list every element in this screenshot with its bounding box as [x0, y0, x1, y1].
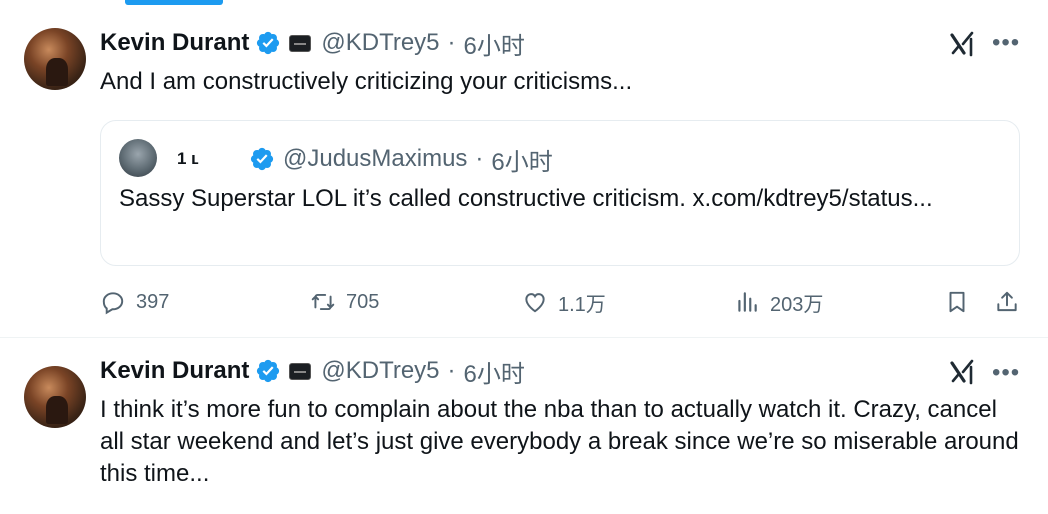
tweet-text: I think it’s more fun to complain about … — [100, 396, 1019, 487]
author-handle[interactable]: @KDTrey5 — [321, 29, 439, 57]
tweet[interactable]: Kevin Durant @KDTrey5 · 6小时 ••• I think … — [0, 338, 1048, 514]
views-count: 203万 — [770, 293, 824, 316]
like-icon — [525, 293, 545, 313]
retweet-count: 705 — [346, 290, 380, 313]
like-button[interactable]: 1.1万 — [522, 284, 606, 320]
views-button[interactable]: 203万 — [734, 284, 823, 320]
affiliation-badge-icon[interactable] — [289, 362, 312, 380]
verified-badge-icon — [250, 147, 274, 171]
avatar[interactable] — [119, 139, 157, 177]
share-icon — [997, 291, 1017, 312]
reply-icon — [102, 292, 124, 315]
author-name[interactable]: Kevin Durant — [100, 29, 249, 57]
verified-badge-icon — [257, 31, 280, 55]
quoted-author-name[interactable]: 1 ʟ — [177, 149, 249, 169]
quoted-author-handle[interactable]: @JudusMaximus — [283, 145, 467, 173]
avatar[interactable] — [24, 28, 86, 90]
tweet-text: And I am constructively criticizing your… — [100, 68, 633, 95]
more-icon[interactable]: ••• — [992, 361, 1020, 385]
affiliation-badge-icon[interactable] — [289, 34, 312, 52]
retweet-icon — [311, 293, 335, 311]
separator-dot: · — [447, 357, 456, 384]
author-handle[interactable]: @KDTrey5 — [321, 357, 439, 385]
separator-dot: · — [475, 145, 484, 172]
bookmark-button[interactable] — [944, 284, 970, 320]
quoted-tweet[interactable]: 1 ʟ @JudusMaximus · 6小时 Sassy Superstar … — [100, 120, 1020, 266]
views-icon — [738, 292, 757, 312]
author-name[interactable]: Kevin Durant — [100, 357, 249, 385]
timestamp[interactable]: 6小时 — [464, 354, 525, 389]
quoted-tweet-header: 1 ʟ @JudusMaximus · 6小时 — [177, 142, 553, 177]
timestamp[interactable]: 6小时 — [491, 142, 552, 177]
like-count: 1.1万 — [558, 293, 606, 316]
bookmark-icon — [949, 291, 965, 313]
share-button[interactable] — [994, 284, 1020, 320]
reply-count: 397 — [136, 290, 170, 313]
tweet-header: Kevin Durant @KDTrey5 · 6小时 — [100, 354, 525, 389]
tweet-header: Kevin Durant @KDTrey5 · 6小时 — [100, 26, 525, 61]
tweet-actions: 397 705 1.1万 203万 — [100, 284, 1022, 320]
avatar[interactable] — [24, 366, 86, 428]
grok-icon[interactable] — [950, 31, 976, 57]
verified-badge-icon — [257, 359, 280, 383]
retweet-button[interactable]: 705 — [310, 284, 379, 320]
separator-dot: · — [447, 29, 456, 56]
grok-icon[interactable] — [950, 359, 976, 385]
tweet[interactable]: Kevin Durant @KDTrey5 · 6小时 ••• And I am… — [0, 0, 1048, 338]
more-icon[interactable]: ••• — [992, 31, 1020, 55]
timestamp[interactable]: 6小时 — [464, 26, 525, 61]
quoted-tweet-text: Sassy Superstar LOL it’s called construc… — [119, 185, 933, 212]
reply-button[interactable]: 397 — [100, 284, 169, 320]
